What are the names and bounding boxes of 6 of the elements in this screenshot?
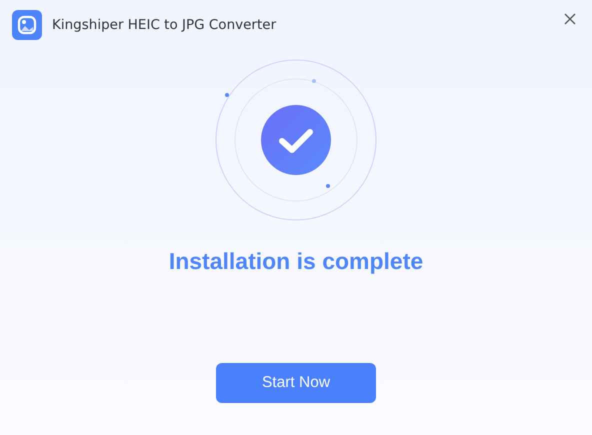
window-title: Kingshiper HEIC to JPG Converter [52,17,278,33]
app-logo-icon [12,10,42,40]
completion-message: Installation is complete [168,248,424,275]
close-button[interactable] [562,11,578,27]
close-icon [564,13,576,25]
start-now-button[interactable]: Start Now [216,363,376,403]
